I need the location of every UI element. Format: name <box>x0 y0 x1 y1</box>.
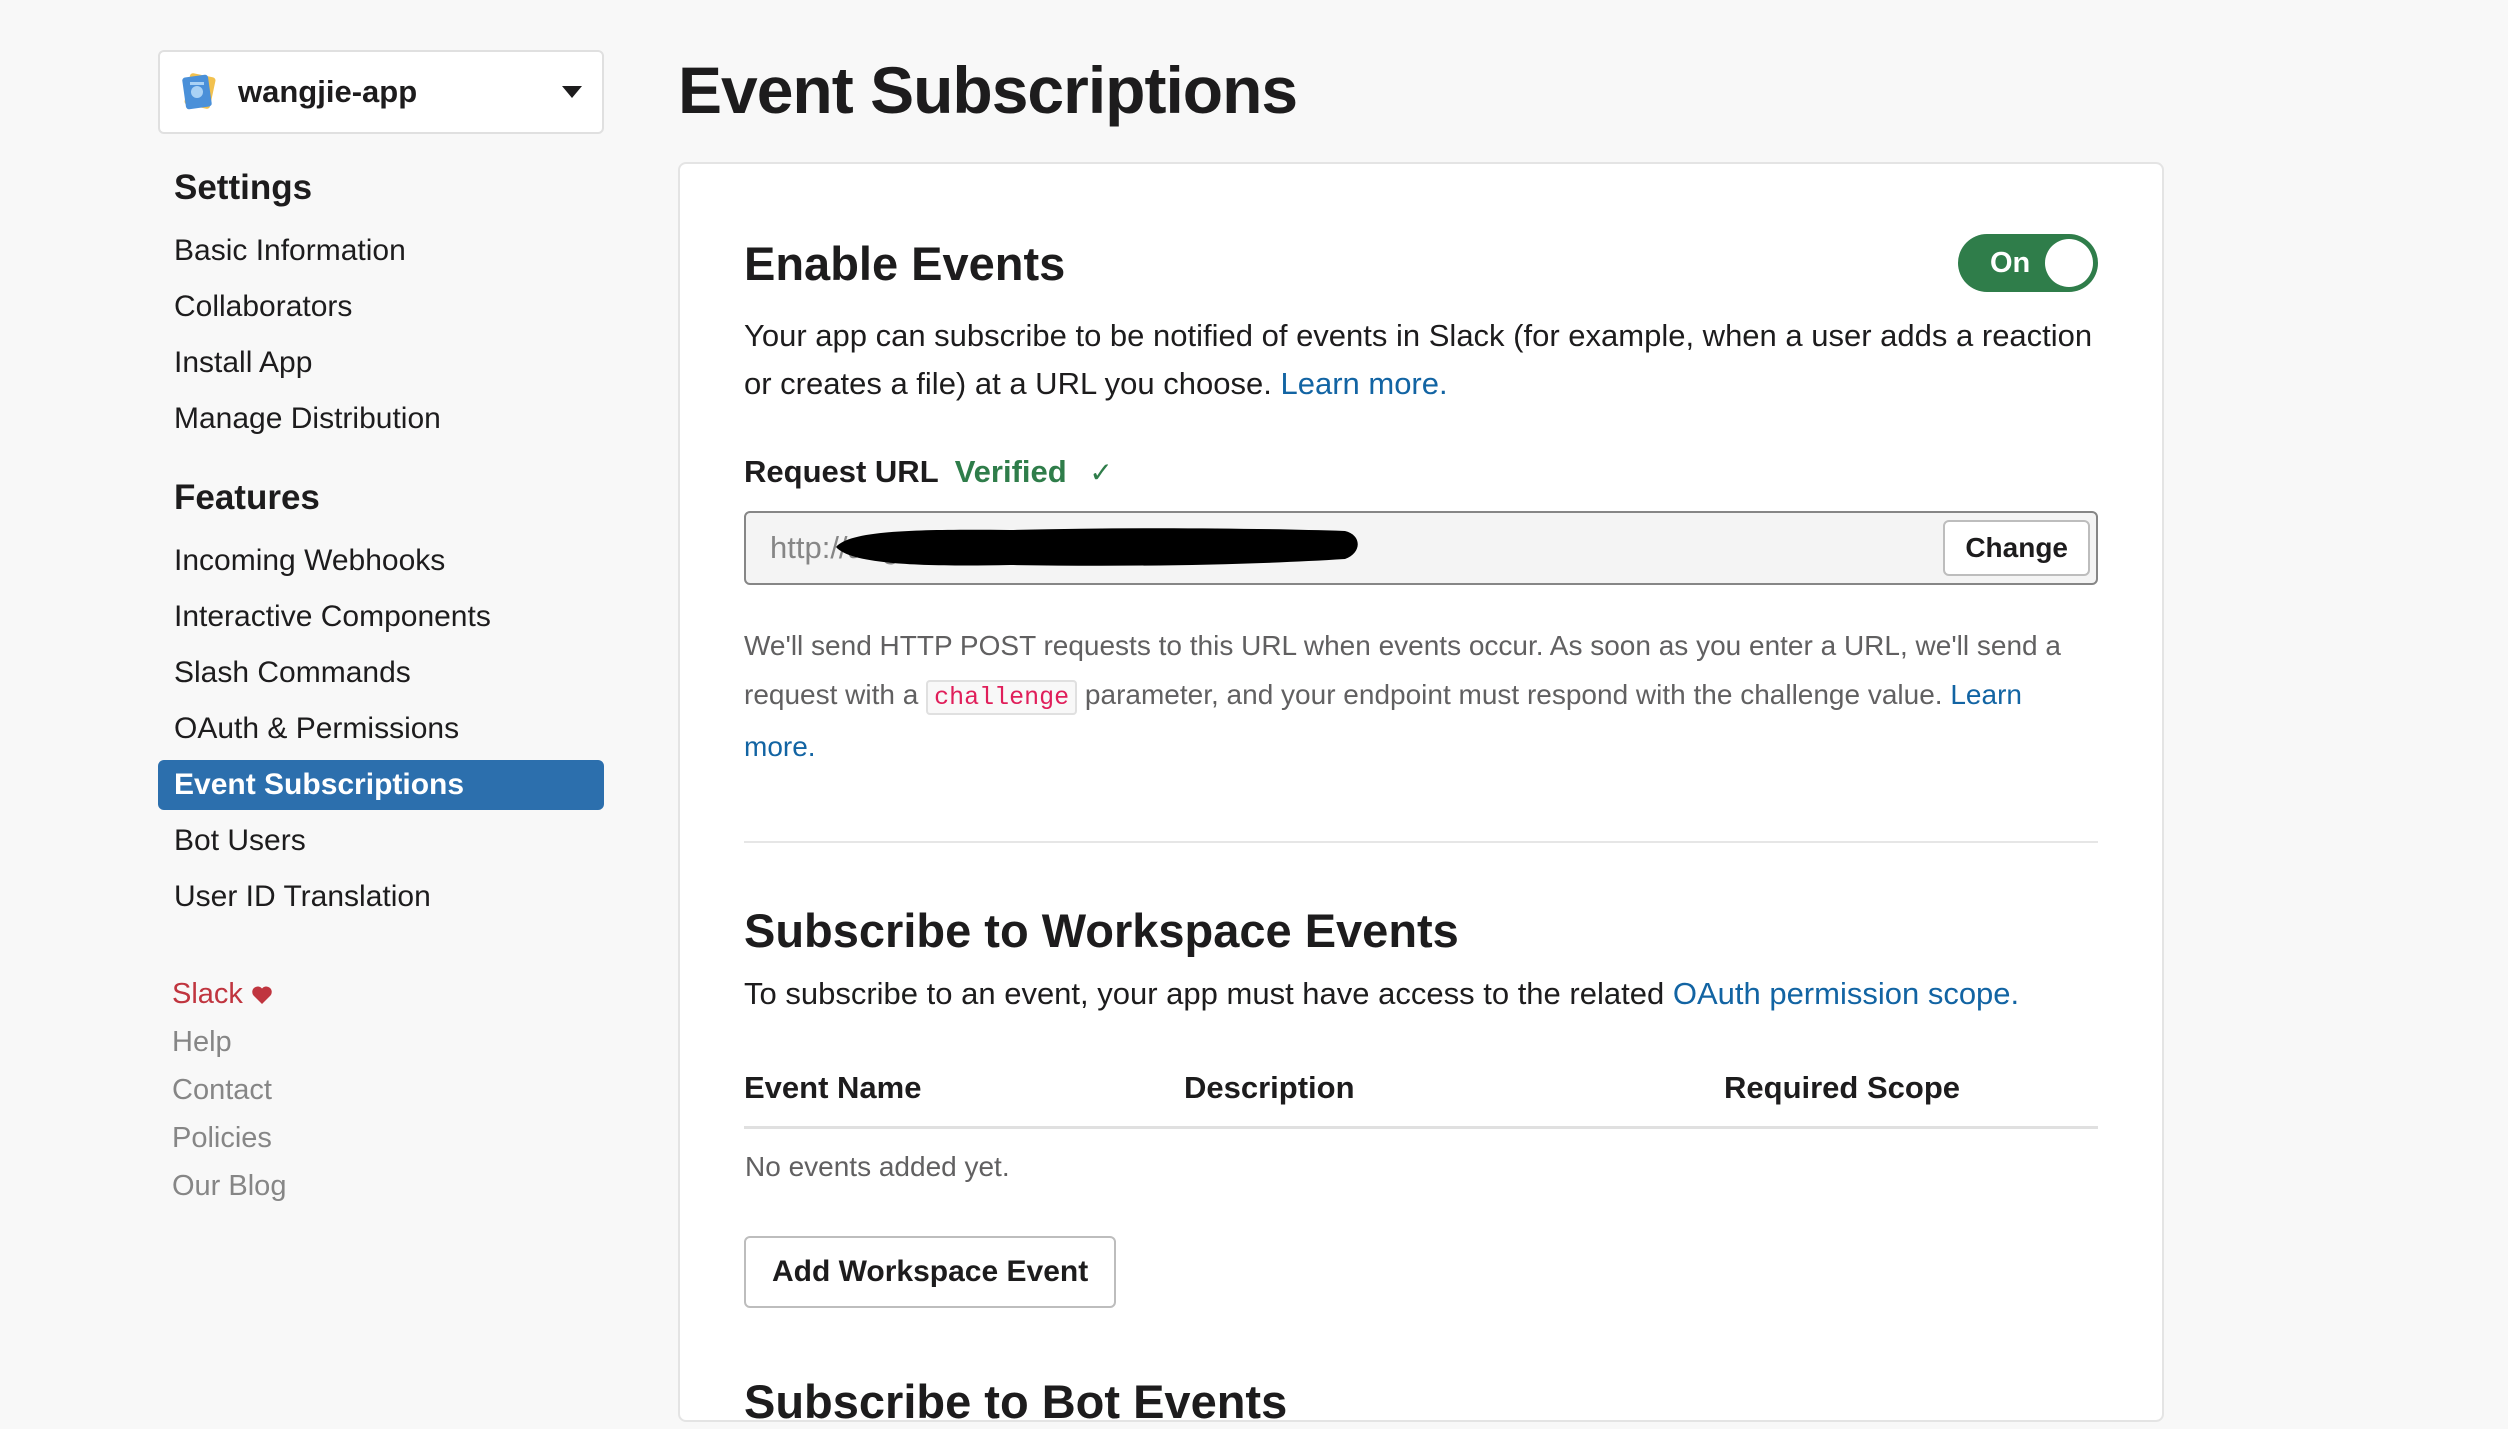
app-name: wangjie-app <box>238 74 418 109</box>
sidebar-item-manage-distribution[interactable]: Manage Distribution <box>158 394 604 444</box>
workspace-events-description: To subscribe to an event, your app must … <box>744 970 2098 1018</box>
chevron-down-icon[interactable] <box>562 86 582 98</box>
settings-nav: Basic Information Collaborators Install … <box>158 226 604 444</box>
column-description: Description <box>1184 1070 1724 1129</box>
request-url-field: Change <box>744 511 2098 585</box>
learn-more-link[interactable]: Learn more. <box>1280 366 1447 401</box>
oauth-scope-link[interactable]: OAuth permission scope. <box>1673 976 2019 1011</box>
section-divider <box>744 841 2098 843</box>
features-nav: Incoming Webhooks Interactive Components… <box>158 536 604 922</box>
table-header-row: Event Name Description Required Scope <box>744 1070 2098 1129</box>
footer-link-our-blog[interactable]: Our Blog <box>158 1162 604 1210</box>
sidebar-item-basic-information[interactable]: Basic Information <box>158 226 604 276</box>
sidebar-item-bot-users[interactable]: Bot Users <box>158 816 604 866</box>
footer-slack-label: Slack <box>172 978 243 1010</box>
sidebar-item-event-subscriptions[interactable]: Event Subscriptions <box>158 760 604 810</box>
footer-links: Slack Help Contact Policies Our Blog <box>158 970 604 1210</box>
table-row: No events added yet. <box>744 1128 2098 1185</box>
footer-link-help[interactable]: Help <box>158 1018 604 1066</box>
request-url-help: We'll send HTTP POST requests to this UR… <box>744 621 2098 771</box>
sidebar-item-interactive-components[interactable]: Interactive Components <box>158 592 604 642</box>
sidebar-item-oauth-permissions[interactable]: OAuth & Permissions <box>158 704 604 754</box>
empty-events-message: No events added yet. <box>745 1151 1010 1182</box>
sidebar-item-install-app[interactable]: Install App <box>158 338 604 388</box>
workspace-events-title: Subscribe to Workspace Events <box>744 904 1459 957</box>
page-title: Event Subscriptions <box>678 53 1298 127</box>
sidebar-item-collaborators[interactable]: Collaborators <box>158 282 604 332</box>
request-url-help-after: parameter, and your endpoint must respon… <box>1084 679 1943 710</box>
bot-events-title: Subscribe to Bot Events <box>744 1375 1288 1428</box>
challenge-code: challenge <box>926 680 1078 715</box>
app-icon <box>182 73 216 110</box>
enable-events-title: Enable Events <box>744 236 1066 290</box>
footer-link-contact[interactable]: Contact <box>158 1066 604 1114</box>
check-icon: ✓ <box>1089 457 1113 488</box>
change-url-button[interactable]: Change <box>1943 520 2090 576</box>
toggle-label: On <box>1990 247 2031 279</box>
event-subscriptions-card: Enable Events On Your app can subscribe … <box>678 162 2164 1428</box>
sidebar-item-slash-commands[interactable]: Slash Commands <box>158 648 604 698</box>
footer-link-policies[interactable]: Policies <box>158 1114 604 1162</box>
toggle-knob <box>2045 239 2093 287</box>
column-required-scope: Required Scope <box>1724 1070 2098 1129</box>
features-heading: Features <box>174 478 320 517</box>
app-switcher[interactable]: wangjie-app <box>158 50 604 134</box>
sidebar: wangjie-app Settings Basic Information C… <box>158 50 604 1210</box>
enable-events-description: Your app can subscribe to be notified of… <box>744 312 2098 408</box>
workspace-events-table: Event Name Description Required Scope No… <box>744 1070 2098 1184</box>
enable-events-toggle[interactable]: On <box>1958 234 2098 292</box>
footer-link-slack[interactable]: Slack <box>158 970 604 1018</box>
request-url-label: Request URL <box>744 454 939 489</box>
sidebar-item-user-id-translation[interactable]: User ID Translation <box>158 872 604 922</box>
sidebar-item-incoming-webhooks[interactable]: Incoming Webhooks <box>158 536 604 586</box>
enable-events-header: Enable Events On <box>744 228 2098 298</box>
add-workspace-event-button[interactable]: Add Workspace Event <box>744 1236 1117 1308</box>
verified-status: Verified <box>954 454 1067 489</box>
workspace-events-description-text: To subscribe to an event, your app must … <box>744 976 1665 1011</box>
request-url-input[interactable] <box>746 513 1944 583</box>
column-event-name: Event Name <box>744 1070 1184 1129</box>
request-url-label-row: Request URL Verified ✓ <box>744 452 2098 493</box>
heart-icon <box>252 986 272 1005</box>
settings-heading: Settings <box>174 168 313 207</box>
